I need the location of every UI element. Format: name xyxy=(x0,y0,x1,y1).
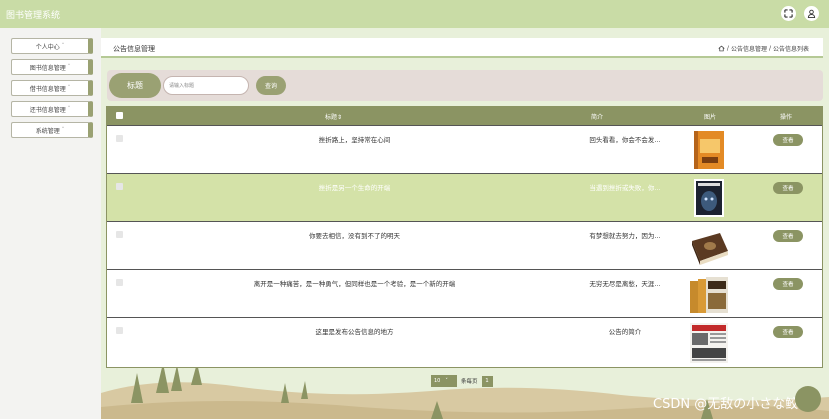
title-search-input[interactable] xyxy=(163,76,249,95)
home-icon[interactable] xyxy=(718,45,725,52)
per-page-label: 条每页 xyxy=(461,379,478,385)
sidebar-item-borrow-info[interactable]: 借书信息管理 ˅ xyxy=(11,80,93,96)
table-row[interactable]: 离开是一种痛苦，是一种勇气，但同样也是一个考验，是一个新的开端 无穷无尽是离愁，… xyxy=(107,269,822,317)
row-checkbox[interactable] xyxy=(116,183,123,190)
column-header-image: 图片 xyxy=(704,114,717,121)
column-header-title[interactable]: 标题⇕ xyxy=(325,112,342,121)
book-cover-image xyxy=(690,277,728,313)
view-button[interactable]: 查看 xyxy=(773,230,803,242)
breadcrumb-separator: / xyxy=(726,45,729,52)
row-checkbox[interactable] xyxy=(116,327,123,334)
row-title: 你要去相信，没有到不了的明天 xyxy=(309,232,400,240)
user-icon[interactable] xyxy=(804,6,819,21)
row-intro: 回头看看，你会不会发... xyxy=(589,136,661,144)
sidebar-item-label: 个人中心 xyxy=(35,43,60,51)
page-title: 公告信息管理 xyxy=(113,45,155,53)
table-header: 标题⇕ 简介 图片 操作 xyxy=(107,107,822,125)
breadcrumb-separator: / xyxy=(768,45,771,52)
breadcrumb-item: 公告信息列表 xyxy=(772,46,809,53)
row-checkbox[interactable] xyxy=(116,135,123,142)
page-size-select[interactable]: 10 ˅ xyxy=(431,375,457,387)
app-title: 图书管理系统 xyxy=(6,11,61,21)
chevron-down-icon: ˅ xyxy=(445,378,448,384)
row-title: 挫折路上，坚持常在心间 xyxy=(318,136,391,144)
row-intro: 当遇到挫折或失败，你... xyxy=(589,184,661,192)
fullscreen-icon[interactable] xyxy=(781,6,796,21)
chevron-down-icon: ˅ xyxy=(67,64,71,70)
column-header-intro: 简介 xyxy=(591,114,604,121)
floating-action-button[interactable] xyxy=(795,386,821,412)
view-button[interactable]: 查看 xyxy=(773,278,803,290)
chevron-down-icon: ˅ xyxy=(61,43,65,49)
row-intro: 有梦想就去努力，因为... xyxy=(589,232,661,240)
newspaper-image xyxy=(690,323,728,363)
sidebar-item-system[interactable]: 系统管理 ˅ xyxy=(11,122,93,138)
search-label: 标题 xyxy=(109,73,161,98)
top-bar: 图书管理系统 xyxy=(0,0,829,28)
sidebar-item-personal-center[interactable]: 个人中心 ˅ xyxy=(11,38,93,54)
table-row[interactable]: 这里是发布公告信息的地方 公告的简介 查看 xyxy=(107,317,822,365)
view-button[interactable]: 查看 xyxy=(773,182,803,194)
sidebar-item-label: 还书信息管理 xyxy=(29,106,66,114)
sidebar-item-label: 图书信息管理 xyxy=(29,64,66,72)
row-title: 离开是一种痛苦，是一种勇气，但同样也是一个考验，是一个新的开端 xyxy=(253,280,456,288)
select-all-checkbox[interactable] xyxy=(116,112,123,119)
row-checkbox[interactable] xyxy=(116,231,123,238)
watermark: CSDN @无敌の小さな鲛 xyxy=(653,397,799,412)
row-checkbox[interactable] xyxy=(116,279,123,286)
table-row[interactable]: 挫折是另一个生命的开端 当遇到挫折或失败，你... 查看 xyxy=(107,173,822,221)
view-button[interactable]: 查看 xyxy=(773,326,803,338)
query-button[interactable]: 查询 xyxy=(256,76,286,95)
row-title: 挫折是另一个生命的开端 xyxy=(318,184,391,192)
book-cover-image xyxy=(694,179,724,217)
sidebar-item-book-info[interactable]: 图书信息管理 ˅ xyxy=(11,59,93,75)
book-cover-image xyxy=(692,233,728,265)
search-panel: 标题 查询 xyxy=(107,70,823,101)
announcement-table: 标题⇕ 简介 图片 操作 挫折路上，坚持常在心间 回头看看，你会不会发... 查… xyxy=(106,106,823,368)
sidebar-item-label: 系统管理 xyxy=(35,127,60,135)
page-number-button[interactable]: 1 xyxy=(481,375,493,387)
sort-icon: ⇕ xyxy=(337,114,343,121)
sidebar-item-return-info[interactable]: 还书信息管理 ˅ xyxy=(11,101,93,117)
chevron-down-icon: ˅ xyxy=(61,127,65,133)
book-cover-image xyxy=(694,131,724,169)
sidebar-item-label: 借书信息管理 xyxy=(29,85,66,93)
view-button[interactable]: 查看 xyxy=(773,134,803,146)
chevron-down-icon: ˅ xyxy=(67,106,71,112)
page-size-value: 10 xyxy=(434,378,441,384)
breadcrumb: / 公告信息管理 / 公告信息列表 xyxy=(718,44,809,53)
pagination: 10 ˅ 条每页 1 xyxy=(431,375,493,387)
row-title: 这里是发布公告信息的地方 xyxy=(315,328,394,336)
table-row[interactable]: 你要去相信，没有到不了的明天 有梦想就去努力，因为... 查看 xyxy=(107,221,822,269)
table-row[interactable]: 挫折路上，坚持常在心间 回头看看，你会不会发... 查看 xyxy=(107,125,822,173)
row-intro: 无穷无尽是离愁，天涯... xyxy=(589,280,661,288)
page-header: 公告信息管理 / 公告信息管理 / 公告信息列表 xyxy=(101,38,823,58)
main-content: 公告信息管理 / 公告信息管理 / 公告信息列表 标题 查询 标题⇕ 简介 图片… xyxy=(101,28,829,419)
breadcrumb-item[interactable]: 公告信息管理 xyxy=(731,44,767,53)
chevron-down-icon: ˅ xyxy=(67,85,71,91)
column-header-action: 操作 xyxy=(780,114,793,121)
sidebar: 个人中心 ˅ 图书信息管理 ˅ 借书信息管理 ˅ 还书信息管理 ˅ 系统管理 ˅ xyxy=(0,28,101,419)
row-intro: 公告的简介 xyxy=(608,328,642,336)
